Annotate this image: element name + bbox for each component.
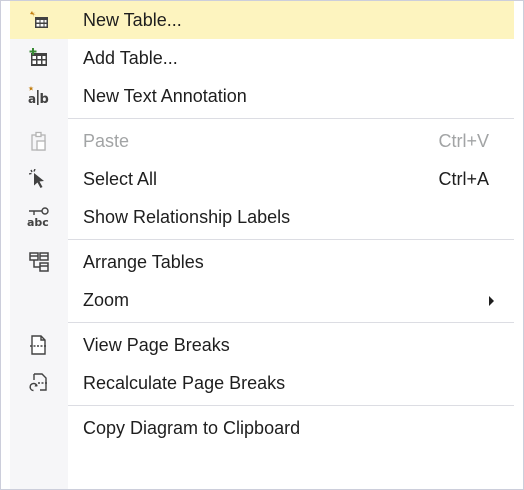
menu-item-label: New Text Annotation [83,85,247,106]
menu-item-paste[interactable]: Paste Ctrl+V [10,122,514,160]
svg-text:a: a [28,92,36,106]
menu-item-shortcut: Ctrl+A [438,168,489,189]
context-menu: New Table... Add Table... a b New Text A… [0,0,524,490]
menu-item-label: Add Table... [83,47,178,68]
menu-item-label: New Table... [83,9,182,30]
menu-separator [68,118,514,119]
recalculate-page-breaks-icon [10,364,68,402]
svg-text:b: b [40,92,49,106]
menu-item-show-relationship-labels[interactable]: abc Show Relationship Labels [10,198,514,236]
menu-item-label: Copy Diagram to Clipboard [83,417,301,438]
paste-icon [10,122,68,160]
relationship-labels-icon: abc [10,198,68,236]
menu-item-copy-diagram-to-clipboard[interactable]: Copy Diagram to Clipboard [10,409,514,447]
view-page-breaks-icon [10,326,68,364]
menu-item-label: Show Relationship Labels [83,206,291,227]
menu-item-recalculate-page-breaks[interactable]: Recalculate Page Breaks [10,364,514,402]
submenu-arrow-icon [489,296,494,306]
menu-item-label: Recalculate Page Breaks [83,372,286,393]
menu-item-new-text-annotation[interactable]: a b New Text Annotation [10,77,514,115]
svg-text:abc: abc [27,216,49,228]
menu-item-arrange-tables[interactable]: Arrange Tables [10,243,514,281]
menu-item-new-table[interactable]: New Table... [10,1,514,39]
new-text-annotation-icon: a b [10,77,68,115]
menu-separator [68,405,514,406]
menu-item-label: Zoom [83,289,130,310]
menu-item-view-page-breaks[interactable]: View Page Breaks [10,326,514,364]
add-table-icon [10,39,68,77]
menu-item-label: View Page Breaks [83,334,230,355]
arrange-tables-icon [10,243,68,281]
menu-item-zoom[interactable]: Zoom [10,281,514,319]
menu-item-label: Arrange Tables [83,251,204,272]
menu-separator [68,322,514,323]
menu-item-shortcut: Ctrl+V [438,130,489,151]
menu-item-add-table[interactable]: Add Table... [10,39,514,77]
menu-item-select-all[interactable]: Select All Ctrl+A [10,160,514,198]
menu-separator [68,239,514,240]
menu-items: New Table... Add Table... a b New Text A… [10,1,514,447]
new-table-icon [10,1,68,39]
select-all-icon [10,160,68,198]
